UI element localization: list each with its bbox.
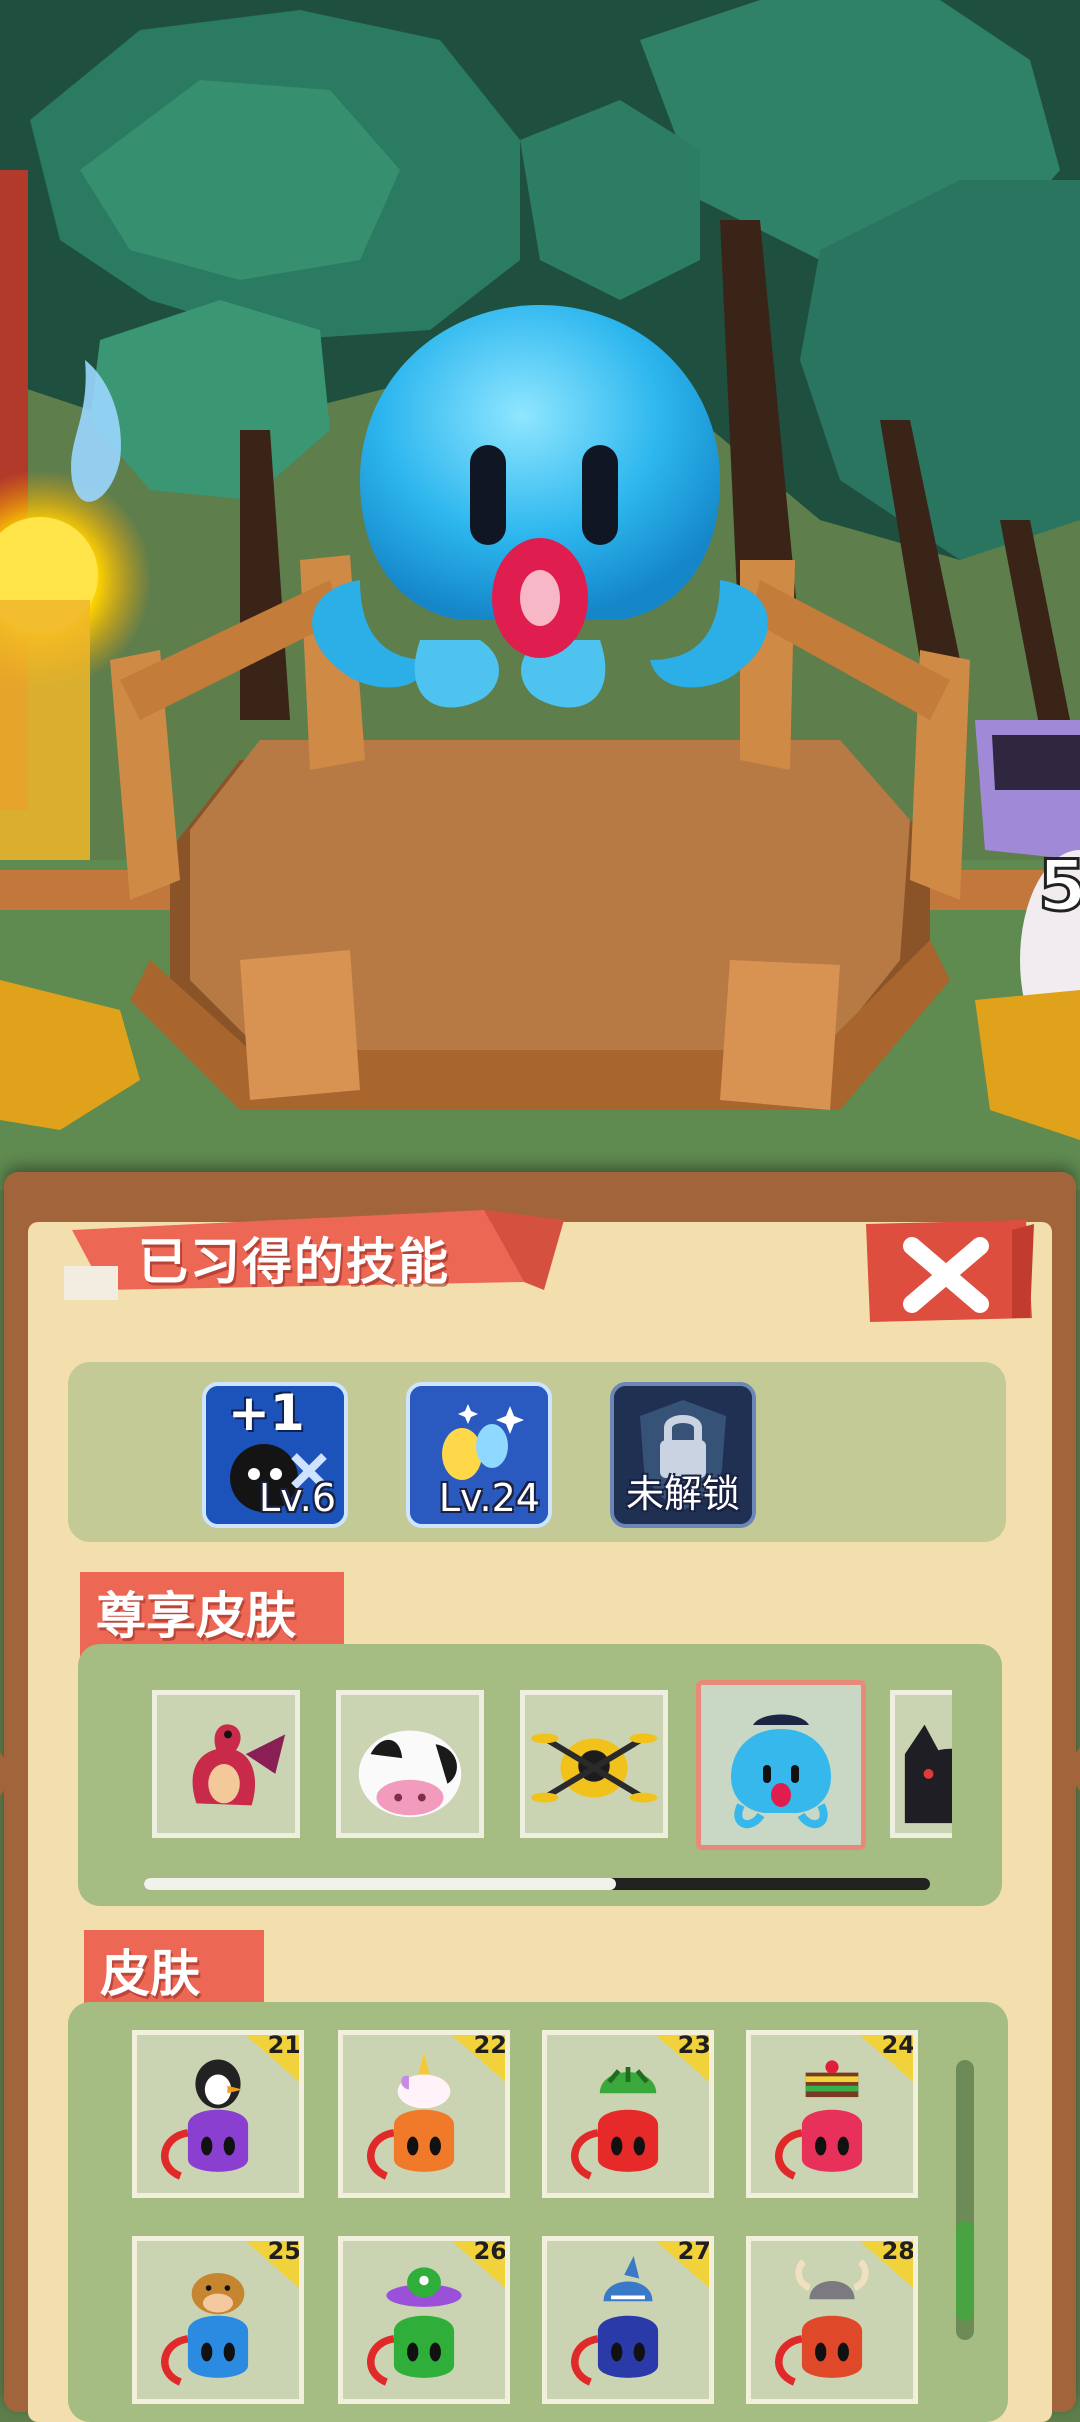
skin-number-badge: 25 [241,2237,301,2293]
skins-scrollbar-thumb[interactable] [956,2221,974,2321]
skin-number-badge: 26 [447,2237,507,2293]
skin-number: 24 [881,2031,915,2059]
skin-number-badge: 24 [855,2031,915,2087]
premium-skin-dragon[interactable] [152,1690,300,1838]
skill-bomb-plus-one[interactable]: +1 Lv.6 [202,1382,348,1528]
skin-number: 23 [677,2031,711,2059]
skin-number: 22 [473,2031,507,2059]
skin-number-badge: 22 [447,2031,507,2087]
svg-text:5: 5 [1038,845,1080,927]
skin-card-25[interactable]: 25 [132,2236,304,2404]
skin-number: 28 [881,2237,915,2265]
skin-number-badge: 23 [651,2031,711,2087]
panel-notch-left [0,1752,16,1796]
close-x-icon [866,1220,1034,1322]
skin-number: 26 [473,2237,507,2265]
premium-skin-drone[interactable] [520,1690,668,1838]
skill-badge: +1 [228,1384,305,1442]
premium-skins-carousel[interactable] [148,1672,952,1852]
skill-level: Lv.6 [259,1476,336,1520]
skin-card-22[interactable]: 22 [338,2030,510,2198]
blue-octopus-icon [731,1714,831,1829]
skill-sparkle-eggs[interactable]: Lv.24 [406,1382,552,1528]
skins-scrollbar[interactable] [956,2060,974,2340]
premium-skin-black-cat[interactable] [890,1690,952,1838]
skin-card-24[interactable]: 24 [746,2030,918,2198]
panel-title: 已习得的技能 [138,1233,450,1291]
skill-locked-label: 未解锁 [625,1472,740,1516]
skin-number: 27 [677,2237,711,2265]
cow-icon [358,1730,462,1818]
skin-number: 25 [267,2237,301,2265]
premium-scrollbar-thumb[interactable] [144,1878,616,1890]
skill-level: Lv.24 [438,1476,540,1520]
game-scene: 5 [0,0,1080,1190]
premium-scrollbar[interactable] [144,1878,930,1890]
skill-locked[interactable]: 未解锁 [610,1382,756,1528]
skin-number-badge: 28 [855,2237,915,2293]
skin-number-badge: 21 [241,2031,301,2087]
skin-card-26[interactable]: 26 [338,2236,510,2404]
premium-skin-cow[interactable] [336,1690,484,1838]
skin-card-28[interactable]: 28 [746,2236,918,2404]
skin-card-23[interactable]: 23 [542,2030,714,2198]
skin-number: 21 [267,2031,301,2059]
dragon-icon [192,1724,286,1806]
panel-notch-right [1064,1747,1080,1791]
premium-skin-blue-octopus[interactable] [696,1680,866,1850]
skin-card-27[interactable]: 27 [542,2236,714,2404]
drone-icon [530,1733,658,1803]
close-button[interactable] [862,1218,1034,1326]
black-cat-icon [904,1724,952,1824]
skin-number-badge: 27 [651,2237,711,2293]
skin-card-21[interactable]: 21 [132,2030,304,2198]
